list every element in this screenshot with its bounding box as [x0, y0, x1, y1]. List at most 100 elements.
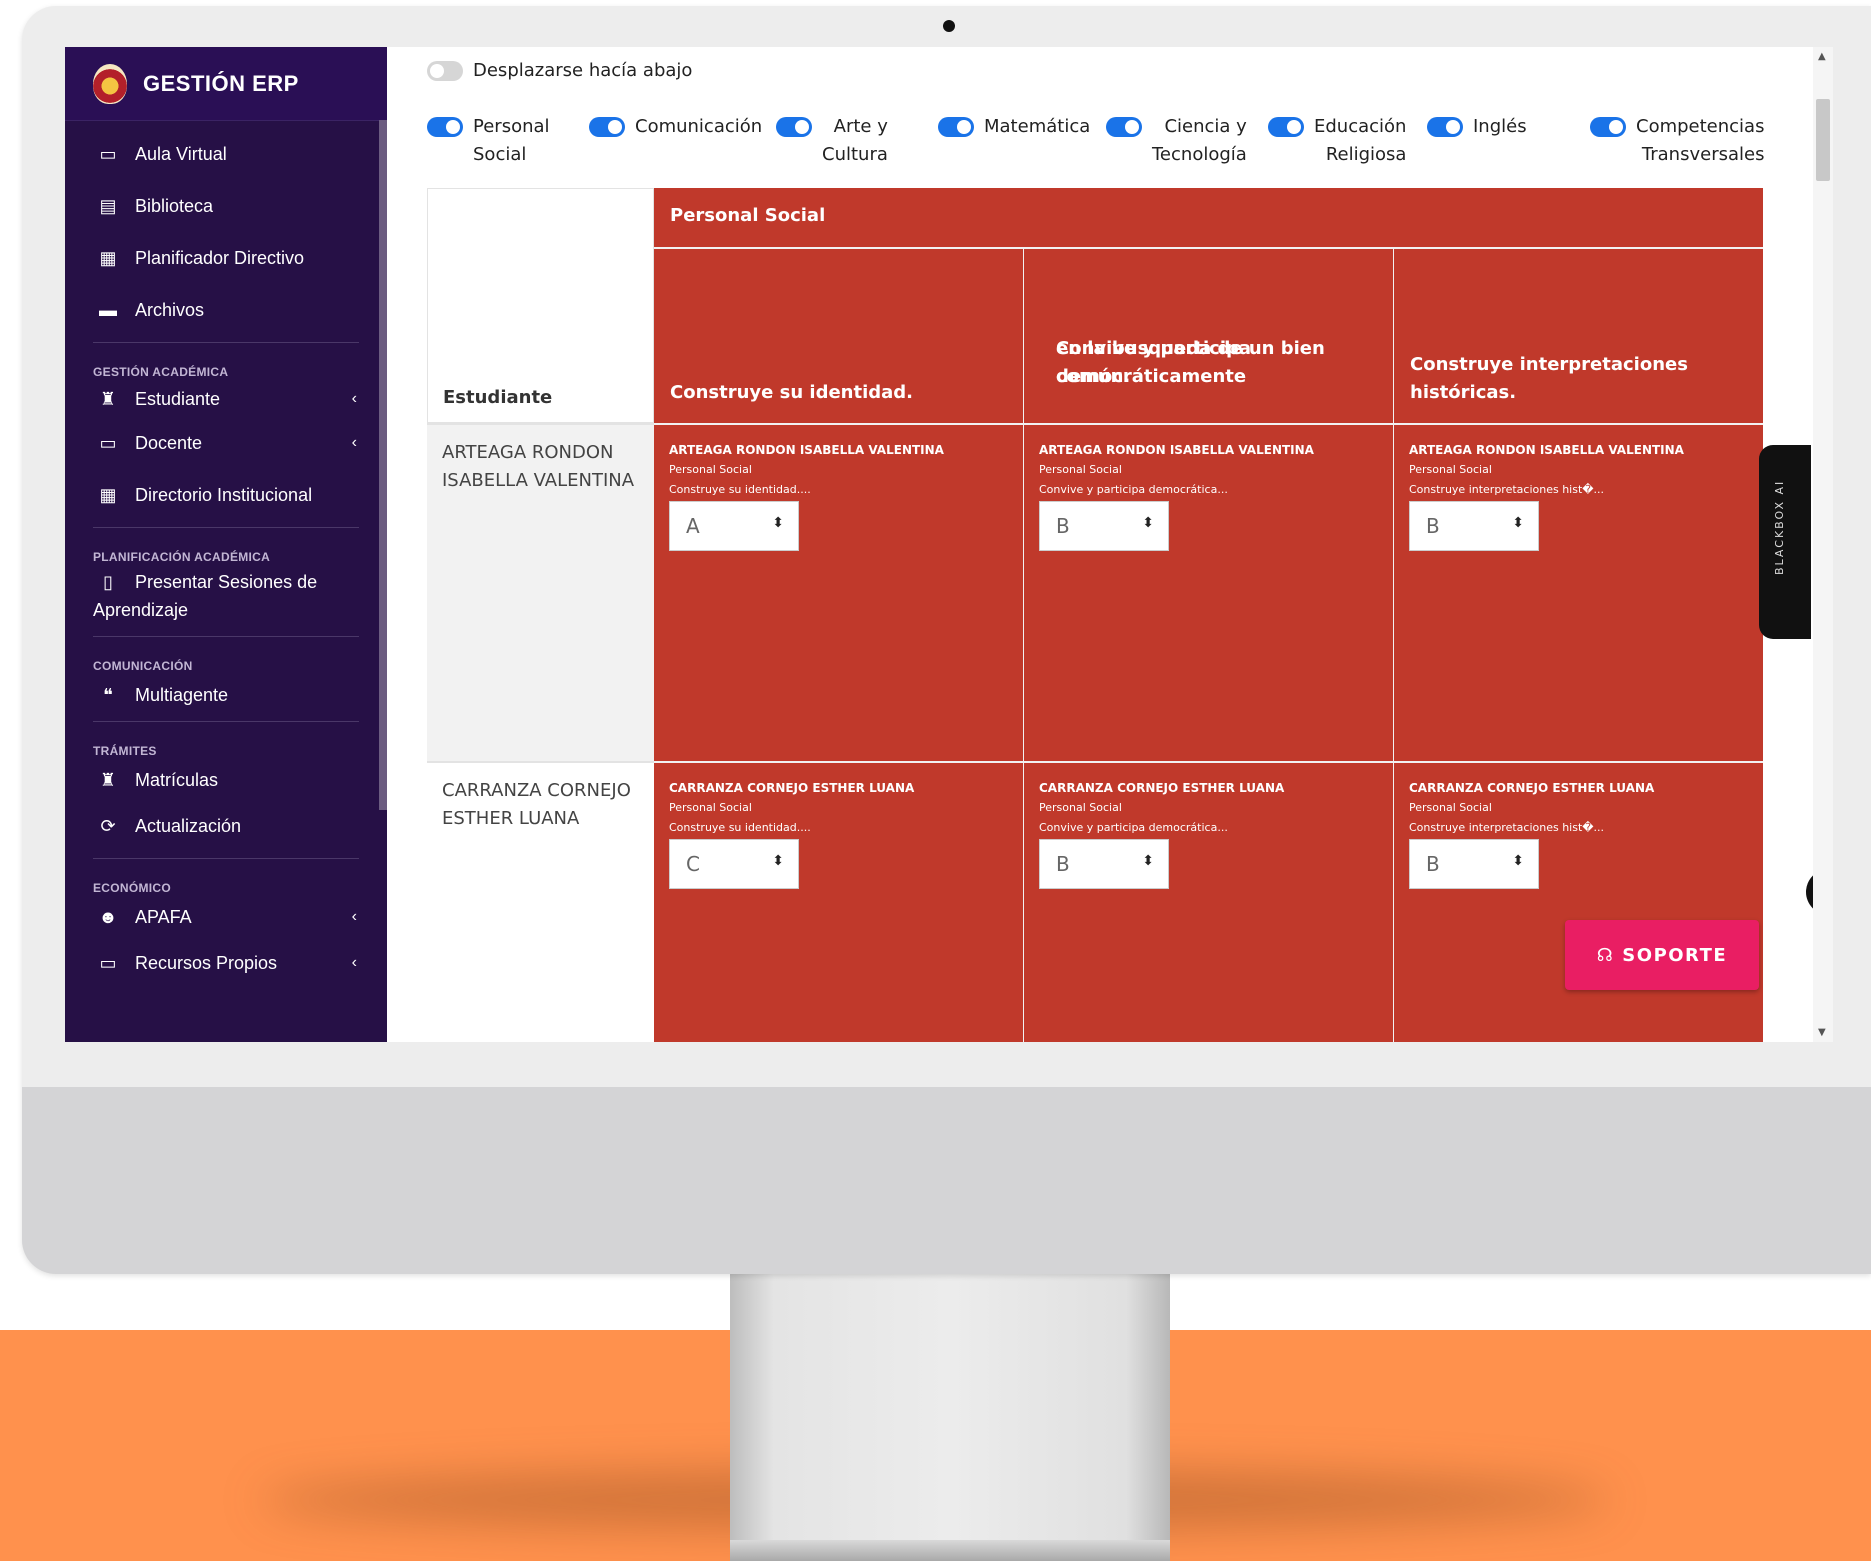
filter-educacion-religiosa[interactable]: Educación Religiosa — [1268, 113, 1406, 169]
filter-ingles[interactable]: Inglés — [1427, 113, 1527, 141]
grade-select[interactable]: B ⬍ — [1039, 839, 1169, 889]
calendar-icon: ▦ — [99, 484, 117, 505]
filter-personal-social[interactable]: Personal Social — [427, 113, 550, 169]
blackbox-ai-tab[interactable]: BLACKBOX AI — [1759, 445, 1811, 639]
monitor-chin — [22, 1087, 1871, 1274]
sidebar-item-recursos-propios[interactable]: ▭ Recursos Propios ‹ — [65, 937, 379, 989]
sidebar-item-label: Presentar Sesiones de Aprendizaje — [93, 572, 318, 620]
filter-competencias-transversales[interactable]: Competencias Transversales — [1590, 113, 1764, 169]
sidebar-item-label: Planificador Directivo — [135, 247, 305, 268]
sidebar-item-directorio[interactable]: ▦ Directorio Institucional — [65, 469, 379, 521]
sidebar-item-docente[interactable]: ▭ Docente ‹ — [65, 417, 379, 469]
sidebar-item-estudiante[interactable]: ♜ Estudiante ‹ — [65, 381, 379, 417]
filter-label: Competencias — [1636, 116, 1765, 137]
sidebar-nav: ▭ Aula Virtual ▤ Biblioteca ▦ Planificador … — [65, 120, 379, 989]
student-column-header: Estudiante — [427, 188, 654, 423]
sidebar-item-actualizacion[interactable]: ⟳ Actualización — [65, 800, 379, 852]
school-crest-logo — [93, 63, 127, 104]
scroll-down-label: Desplazarse hacía abajo — [473, 60, 693, 81]
filter-matematica[interactable]: Matemática — [938, 113, 1090, 141]
sidebar-divider — [93, 636, 359, 637]
chevron-left-icon: ‹ — [351, 954, 357, 971]
filter-toggle[interactable] — [1590, 117, 1626, 137]
filter-toggle[interactable] — [938, 117, 974, 137]
sidebar-item-label: Docente — [135, 432, 203, 453]
section-title: TRÁMITES — [93, 744, 157, 758]
monitor-stand-base — [730, 1540, 1170, 1561]
cell-student-name: ARTEAGA RONDON ISABELLA VALENTINA — [669, 443, 944, 457]
camera-dot — [943, 20, 955, 32]
grade-cell: CARRANZA CORNEJO ESTHER LUANA Personal S… — [654, 761, 1024, 1042]
cell-course: Personal Social — [669, 801, 752, 814]
student-icon: ♜ — [99, 769, 117, 790]
filter-toggle[interactable] — [1106, 117, 1142, 137]
scroll-down-toggle-row[interactable]: Desplazarse hacía abajo — [427, 60, 692, 81]
cell-student-name: ARTEAGA RONDON ISABELLA VALENTINA — [1409, 443, 1684, 457]
competency-header: Construye interpretaciones históricas. — [1394, 249, 1763, 423]
cell-student-name: CARRANZA CORNEJO ESTHER LUANA — [669, 781, 915, 795]
cell-competency: Construye su identidad.... — [669, 483, 811, 496]
main-content: Desplazarse hacía abajo Personal Social C… — [405, 47, 1793, 1042]
sidebar-item-archivos[interactable]: ▬ Archivos — [65, 284, 379, 336]
cell-student-name: CARRANZA CORNEJO ESTHER LUANA — [1039, 781, 1285, 795]
calendar-icon: ▦ — [99, 247, 117, 268]
scroll-down-arrow-icon[interactable]: ▼ — [1818, 1027, 1826, 1038]
sidebar-item-planificador[interactable]: ▦ Planificador Directivo — [65, 232, 379, 284]
select-arrows-icon: ⬍ — [772, 853, 784, 869]
cell-competency: Convive y participa democrática... — [1039, 821, 1228, 834]
sidebar-item-apafa[interactable]: ☻ APAFA ‹ — [65, 897, 379, 937]
section-title: COMUNICACIÓN — [93, 659, 193, 673]
sidebar-scrollbar[interactable] — [379, 120, 387, 810]
chevron-left-icon: ‹ — [351, 908, 357, 925]
scroll-up-arrow-icon[interactable]: ▲ — [1818, 51, 1826, 62]
grade-select[interactable]: B ⬍ — [1039, 501, 1169, 551]
filter-toggle[interactable] — [1427, 117, 1463, 137]
support-button[interactable]: ☊ SOPORTE — [1565, 920, 1759, 990]
filter-toggle[interactable] — [589, 117, 625, 137]
grade-select[interactable]: A ⬍ — [669, 501, 799, 551]
sidebar-item-label: Aula Virtual — [135, 143, 227, 164]
sidebar-item-presentar-sesiones[interactable]: ▯ Presentar Sesiones de Aprendizaje — [65, 568, 379, 624]
student-name-cell: CARRANZA CORNEJO ESTHER LUANA — [427, 761, 654, 1042]
sidebar-item-aula-virtual[interactable]: ▭ Aula Virtual — [65, 128, 379, 180]
filter-label: Comunicación — [635, 116, 763, 137]
filter-label: Religiosa — [1325, 144, 1407, 165]
sidebar-item-multiagente[interactable]: ❝ Multiagente — [65, 675, 379, 715]
cell-student-name: ARTEAGA RONDON ISABELLA VALENTINA — [1039, 443, 1314, 457]
sidebar-item-label: Archivos — [135, 299, 205, 320]
filter-label: Cultura — [822, 144, 888, 165]
main-scrollbar[interactable]: ▲ ▼ — [1813, 47, 1833, 1042]
chevron-left-icon: ‹ — [351, 434, 357, 451]
users-icon: ☻ — [98, 906, 118, 927]
filter-label: Arte y — [833, 116, 888, 137]
sidebar-item-matriculas[interactable]: ♜ Matrículas — [65, 760, 379, 800]
filter-comunicacion[interactable]: Comunicación — [589, 113, 762, 141]
filter-toggle[interactable] — [427, 117, 463, 137]
brand-header[interactable]: GESTIÓN ERP — [65, 47, 387, 121]
filter-label: Personal — [473, 116, 550, 137]
grade-select[interactable]: B ⬍ — [1409, 501, 1539, 551]
student-name-cell: ARTEAGA RONDON ISABELLA VALENTINA — [427, 423, 654, 763]
cell-competency: Construye su identidad.... — [669, 821, 811, 834]
sidebar-item-label: Actualización — [135, 815, 242, 836]
select-arrows-icon: ⬍ — [1142, 515, 1154, 531]
scroll-down-toggle[interactable] — [427, 60, 463, 81]
filter-toggle[interactable] — [776, 117, 812, 137]
book-icon: ▤ — [99, 195, 117, 216]
headset-icon: ☊ — [1596, 944, 1615, 966]
filter-label: Inglés — [1473, 116, 1527, 137]
scroll-thumb[interactable] — [1816, 99, 1830, 181]
sidebar-item-biblioteca[interactable]: ▤ Biblioteca — [65, 180, 379, 232]
filter-label: Transversales — [1641, 144, 1765, 165]
cell-student-name: CARRANZA CORNEJO ESTHER LUANA — [1409, 781, 1655, 795]
cell-competency: Construye interpretaciones hist�... — [1409, 821, 1605, 834]
select-arrows-icon: ⬍ — [1512, 515, 1524, 531]
grade-select[interactable]: B ⬍ — [1409, 839, 1539, 889]
grade-select[interactable]: C ⬍ — [669, 839, 799, 889]
filter-toggle[interactable] — [1268, 117, 1304, 137]
section-title: ECONÓMICO — [93, 881, 172, 895]
grade-cell: ARTEAGA RONDON ISABELLA VALENTINA Person… — [1394, 423, 1763, 763]
filter-ciencia-tecnologia[interactable]: Ciencia y Tecnología — [1106, 113, 1247, 169]
sidebar-item-label: Recursos Propios — [135, 952, 278, 973]
filter-arte-cultura[interactable]: Arte y Cultura — [776, 113, 888, 169]
